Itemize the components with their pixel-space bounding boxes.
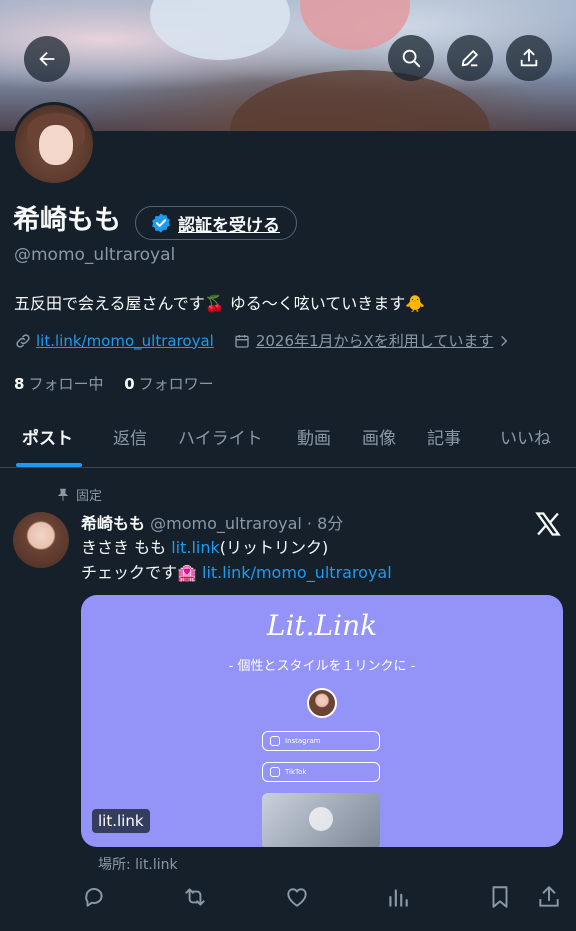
link-preview-card[interactable]: Lit.Link - 個性とスタイルを１リンクに - Instagram Tik… [81, 595, 563, 847]
pinned-indicator: 固定 [56, 485, 102, 504]
repost-button[interactable] [182, 884, 208, 910]
tab-highlights[interactable]: ハイライト [178, 424, 263, 449]
card-pill2-label: TikTok [285, 768, 307, 776]
share-icon [520, 48, 538, 67]
profile-link[interactable]: lit.link/momo_ultraroyal [36, 332, 214, 350]
bookmark-button[interactable] [487, 884, 513, 910]
post-share-button[interactable] [536, 884, 562, 910]
post-link-profile[interactable]: lit.link/momo_ultraroyal [202, 563, 392, 582]
post-link-litlink[interactable]: lit.link [171, 538, 220, 557]
tab-posts[interactable]: ポスト [22, 424, 73, 449]
post-header: 希崎もも @momo_ultraroyal · 8分 [81, 510, 343, 534]
followers-count: 0 [124, 375, 135, 393]
tab-likes[interactable]: いいね [500, 424, 551, 449]
like-button[interactable] [284, 884, 310, 910]
profile-avatar[interactable] [12, 102, 96, 186]
play-icon [309, 807, 333, 831]
card-tiktok-pill: TikTok [262, 762, 380, 782]
card-domain-badge: lit.link [92, 809, 150, 833]
tiktok-icon [270, 767, 280, 777]
active-tab-indicator [16, 463, 82, 467]
following-label: フォロー中 [28, 375, 104, 393]
verified-badge-icon [152, 213, 170, 233]
reply-icon [85, 888, 103, 907]
pinned-label: 固定 [76, 489, 103, 504]
tab-videos[interactable]: 動画 [297, 424, 331, 449]
post-action-bar [0, 878, 576, 918]
profile-tabs: ポスト 返信 ハイライト 動画 画像 記事 いいね [0, 412, 576, 468]
link-icon [16, 333, 30, 348]
post-share-icon [539, 886, 559, 907]
card-avatar [307, 688, 337, 718]
post-line1-prefix: きさき もも [81, 538, 172, 557]
back-arrow-icon [39, 51, 55, 67]
following-stat[interactable]: 8 フォロー中 [14, 375, 103, 393]
follow-stats: 8 フォロー中 0 フォロワー [14, 373, 214, 394]
reply-button[interactable] [81, 884, 107, 910]
repost-icon [185, 888, 205, 906]
bookmark-icon [492, 886, 508, 908]
get-verified-button[interactable]: 認証を受ける [135, 206, 297, 240]
card-location: 場所: lit.link [98, 857, 178, 873]
post-author[interactable]: 希崎もも [81, 514, 145, 533]
post-line2-prefix: チェックです🏩 [81, 563, 203, 582]
views-icon [389, 889, 408, 907]
search-icon [402, 49, 421, 68]
tab-articles[interactable]: 記事 [427, 424, 461, 449]
search-button[interactable] [388, 35, 434, 81]
profile-bio: 五反田で会える屋さんです🍒 ゆる〜く呟いていきます🐥 [14, 294, 426, 313]
chevron-right-icon [501, 335, 508, 346]
post-line1-suffix: (リットリンク) [219, 538, 329, 557]
card-logo: Lit.Link [266, 609, 378, 642]
edit-profile-button[interactable] [447, 35, 493, 81]
joined-date[interactable]: 2026年1月からXを利用しています [256, 330, 494, 351]
tab-images[interactable]: 画像 [362, 424, 396, 449]
post-text: きさき もも lit.link(リットリンク) チェックです🏩 lit.link… [81, 535, 392, 585]
card-instagram-pill: Instagram [262, 731, 380, 751]
followers-label: フォロワー [138, 375, 214, 393]
profile-name: 希崎もも [13, 205, 121, 236]
card-pill1-label: Instagram [285, 737, 321, 745]
calendar-icon [235, 334, 249, 348]
profile-meta: lit.link/momo_ultraroyal 2026年1月からXを利用して… [14, 330, 511, 351]
get-verified-label: 認証を受ける [178, 215, 280, 236]
x-logo-icon[interactable] [534, 510, 562, 538]
views-button[interactable] [385, 884, 411, 910]
post-handle-time: @momo_ultraroyal · 8分 [150, 514, 344, 533]
pin-icon [57, 488, 69, 501]
edit-icon [461, 50, 478, 67]
like-icon [287, 888, 307, 907]
followers-stat[interactable]: 0 フォロワー [124, 375, 213, 393]
share-button[interactable] [506, 35, 552, 81]
post-avatar[interactable] [13, 512, 69, 568]
instagram-icon [270, 736, 280, 746]
tab-replies[interactable]: 返信 [113, 424, 147, 449]
card-tagline: - 個性とスタイルを１リンクに - [228, 659, 416, 674]
profile-handle: @momo_ultraroyal [14, 245, 176, 265]
following-count: 8 [14, 375, 25, 393]
back-button[interactable] [24, 36, 70, 82]
